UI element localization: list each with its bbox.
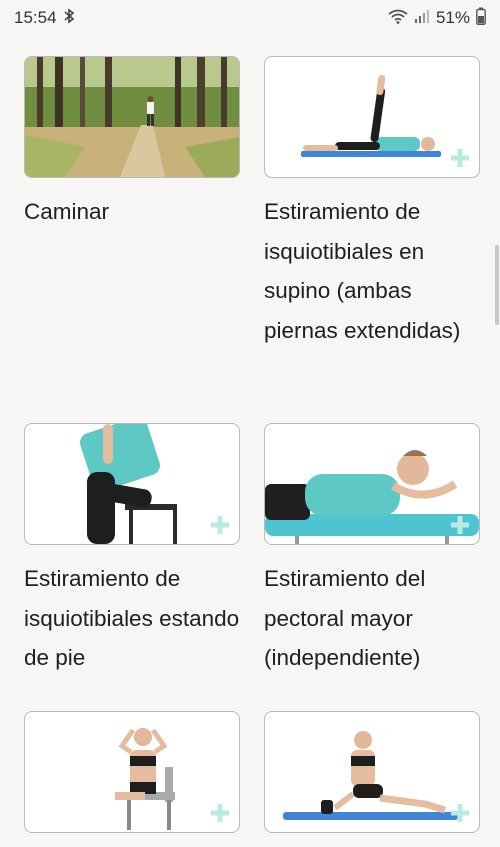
plus-icon bbox=[211, 516, 229, 534]
exercise-card[interactable]: Estiramiento del pectoral mayor (indepen… bbox=[264, 423, 480, 678]
battery-percentage: 51% bbox=[435, 8, 470, 27]
signal-icon bbox=[414, 8, 430, 29]
exercise-title[interactable]: Estiramiento de isquiotibiales en supino… bbox=[264, 192, 480, 350]
exercise-thumbnail[interactable] bbox=[24, 423, 240, 545]
status-bar: 15:54 51% bbox=[0, 0, 500, 36]
exercise-title[interactable]: Caminar bbox=[24, 192, 240, 232]
battery-icon bbox=[476, 7, 486, 30]
exercise-card[interactable]: Caminar bbox=[24, 56, 240, 232]
status-right: 51% bbox=[388, 7, 486, 30]
plus-icon bbox=[451, 804, 469, 822]
exercise-thumbnail[interactable] bbox=[264, 711, 480, 833]
pectoral-stretch-image bbox=[265, 450, 479, 544]
exercise-thumbnail[interactable] bbox=[24, 56, 240, 178]
exercise-thumbnail[interactable] bbox=[24, 711, 240, 833]
scrollbar[interactable] bbox=[495, 245, 499, 325]
exercise-thumbnail[interactable] bbox=[264, 56, 480, 178]
seated-arms-behind-head-image bbox=[115, 728, 175, 830]
supine-hamstring-stretch-image bbox=[301, 75, 441, 157]
exercise-card[interactable]: Estiramiento de isquiotibiales estando d… bbox=[24, 423, 240, 678]
exercise-title[interactable]: Estiramiento de isquiotibiales estando d… bbox=[24, 559, 240, 678]
standing-hamstring-stretch-image bbox=[80, 424, 177, 544]
plus-icon bbox=[211, 804, 229, 822]
plus-icon bbox=[451, 149, 469, 167]
status-left: 15:54 bbox=[14, 7, 75, 29]
exercise-card[interactable]: Estiramiento de isquiotibiales en supino… bbox=[264, 56, 480, 350]
yoga-mat-foam-roller-image bbox=[283, 731, 458, 820]
exercise-card[interactable] bbox=[24, 711, 240, 847]
plus-icon bbox=[451, 516, 469, 534]
wifi-icon bbox=[388, 8, 408, 29]
bluetooth-icon bbox=[63, 7, 75, 29]
walking-forest-image bbox=[25, 57, 239, 177]
exercise-title[interactable]: Estiramiento del pectoral mayor (indepen… bbox=[264, 559, 480, 678]
exercise-card[interactable] bbox=[264, 711, 480, 847]
exercise-thumbnail[interactable] bbox=[264, 423, 480, 545]
status-time: 15:54 bbox=[14, 8, 57, 27]
